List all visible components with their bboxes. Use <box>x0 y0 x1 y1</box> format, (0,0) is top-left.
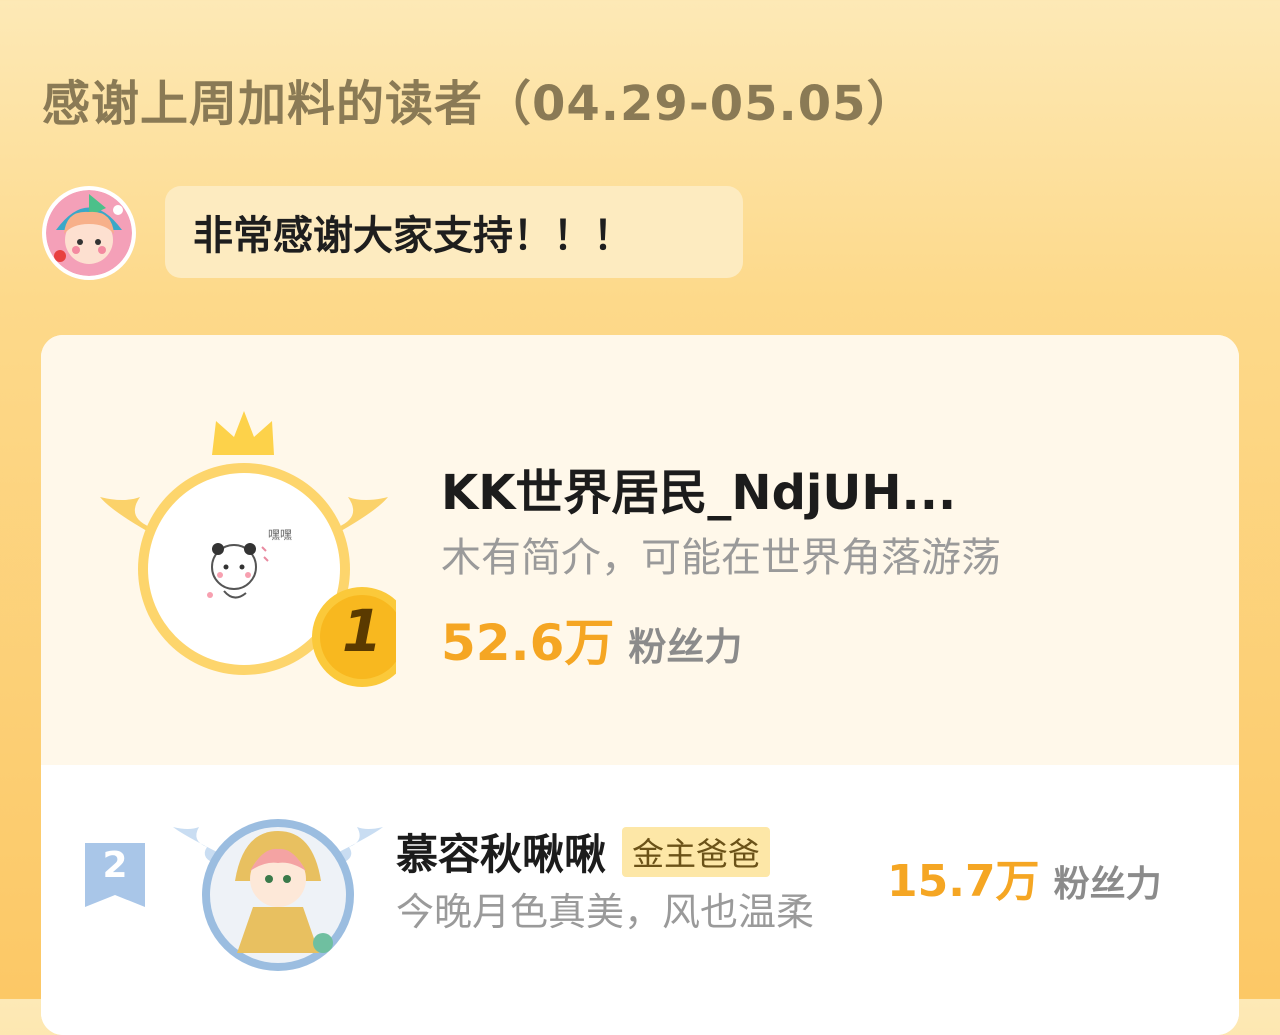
rank-2-badge: 金主爸爸 <box>622 826 771 877</box>
ranking-card: 嘿嘿 1 KK世界居民_NdjUH... 木有简介，可能在世界角落游荡 52.6… <box>41 335 1239 1035</box>
author-avatar-image <box>46 190 132 276</box>
rank-2-name-row: 慕容秋啾啾 金主爸爸 <box>396 821 771 882</box>
rank-2-avatar-frame <box>173 819 383 971</box>
rank-1-username[interactable]: KK世界居民_NdjUH... <box>441 453 956 523</box>
rank-2-fans-stat: 15.7万 粉丝力 <box>887 845 1162 909</box>
rank-1-medal-number: 1 <box>341 597 383 665</box>
author-message-bubble: 非常感谢大家支持！！！ <box>165 186 743 278</box>
crown-icon <box>212 411 274 455</box>
rank-2-username[interactable]: 慕容秋啾啾 <box>396 821 606 882</box>
rank-2-row[interactable]: 2 慕容秋啾啾 金主爸爸 今晚月色真美，风也温柔 15.7万 粉丝力 <box>41 765 1239 1035</box>
author-message-text: 非常感谢大家支持！！！ <box>193 213 633 259</box>
rank-2-fans-label: 粉丝力 <box>1053 864 1162 905</box>
author-avatar[interactable] <box>42 186 136 280</box>
rank-1-fans-stat: 52.6万 粉丝力 <box>441 603 742 675</box>
rank-1-fans-label: 粉丝力 <box>628 625 743 669</box>
rank-1-fans-value: 52.6万 <box>441 614 615 672</box>
sticker-text: 嘿嘿 <box>268 528 292 542</box>
page-title: 感谢上周加料的读者（04.29-05.05） <box>42 76 916 132</box>
rank-2-fans-value: 15.7万 <box>887 856 1040 907</box>
rank-1-bio: 木有简介，可能在世界角落游荡 <box>441 535 1001 581</box>
rank-1-row[interactable]: 嘿嘿 1 KK世界居民_NdjUH... 木有简介，可能在世界角落游荡 52.6… <box>41 335 1239 765</box>
rank-2-bio: 今晚月色真美，风也温柔 <box>396 890 815 934</box>
rank-2-number: 2 <box>102 845 128 886</box>
